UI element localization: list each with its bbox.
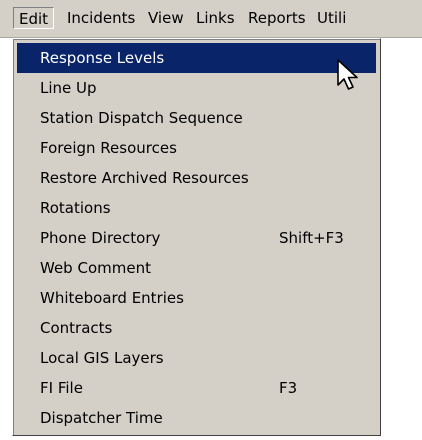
menu-item-response-levels[interactable]: Response Levels	[17, 43, 376, 73]
arrow-pointer-icon	[337, 59, 358, 90]
menu-item-contracts[interactable]: Contracts	[17, 313, 376, 343]
menu-item-label: Response Levels	[40, 49, 165, 67]
menu-item-whiteboard-entries[interactable]: Whiteboard Entries	[17, 283, 376, 313]
menu-item-shortcut: Shift+F3	[279, 229, 344, 247]
menu-reports[interactable]: Reports	[243, 7, 311, 29]
edit-dropdown-menu: Response Levels Line Up Station Dispatch…	[12, 38, 381, 436]
menu-item-station-dispatch-sequence[interactable]: Station Dispatch Sequence	[17, 103, 376, 133]
menu-item-foreign-resources[interactable]: Foreign Resources	[17, 133, 376, 163]
menu-item-label: Foreign Resources	[40, 139, 177, 157]
menu-item-shortcut: F3	[279, 379, 298, 397]
menu-item-label: Dispatcher Time	[40, 409, 163, 427]
menu-item-label: Line Up	[40, 79, 97, 97]
menu-item-label: Phone Directory	[40, 229, 161, 247]
menu-item-label: Rotations	[40, 199, 111, 217]
menu-item-restore-archived-resources[interactable]: Restore Archived Resources	[17, 163, 376, 193]
menu-edit[interactable]: Edit	[13, 7, 55, 29]
menu-item-dispatcher-time[interactable]: Dispatcher Time	[17, 403, 376, 433]
menu-item-label: Whiteboard Entries	[40, 289, 184, 307]
menu-item-label: Station Dispatch Sequence	[40, 109, 243, 127]
menu-item-label: Contracts	[40, 319, 113, 337]
menu-incidents[interactable]: Incidents	[62, 7, 140, 29]
menu-utilities[interactable]: Utili	[312, 7, 351, 29]
menu-item-web-comment[interactable]: Web Comment	[17, 253, 376, 283]
menu-item-local-gis-layers[interactable]: Local GIS Layers	[17, 343, 376, 373]
menu-item-label: Web Comment	[40, 259, 151, 277]
menu-view[interactable]: View	[143, 7, 189, 29]
menu-item-line-up[interactable]: Line Up	[17, 73, 376, 103]
menu-item-label: Restore Archived Resources	[40, 169, 249, 187]
menu-item-phone-directory[interactable]: Phone Directory Shift+F3	[17, 223, 376, 253]
menu-item-fi-file[interactable]: FI File F3	[17, 373, 376, 403]
menu-bar: Edit Incidents View Links Reports Utili	[0, 0, 422, 38]
menu-links[interactable]: Links	[191, 7, 240, 29]
menu-item-label: FI File	[40, 379, 83, 397]
menu-item-label: Local GIS Layers	[40, 349, 164, 367]
menu-item-rotations[interactable]: Rotations	[17, 193, 376, 223]
